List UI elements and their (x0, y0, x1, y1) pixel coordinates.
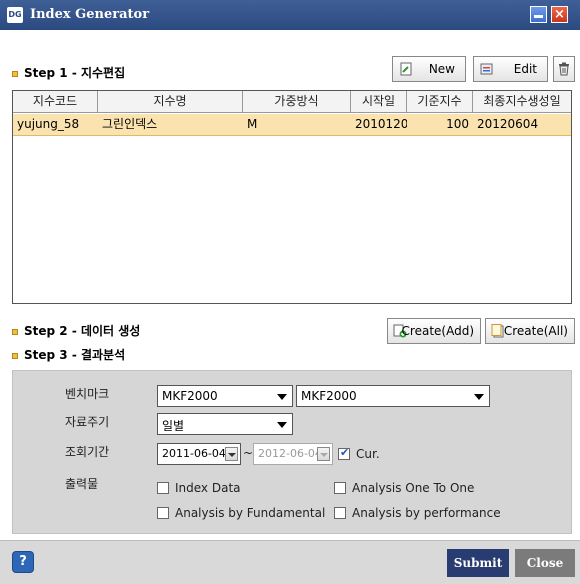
column-header-weighting[interactable]: 가중방식 (243, 91, 351, 113)
analysis-fundamental-label: Analysis by Fundamental (175, 506, 326, 520)
close-window-button[interactable]: × (551, 6, 568, 23)
new-button-label: New (428, 62, 455, 76)
create-all-button[interactable]: Create(All) (485, 318, 575, 344)
end-date-picker[interactable]: 2012-06-04 (253, 443, 333, 465)
index-data-label: Index Data (175, 481, 241, 495)
column-header-code[interactable]: 지수코드 (13, 91, 98, 113)
period-select-value: 일별 (162, 419, 185, 433)
analysis-panel: 벤치마크 MKF2000 MKF2000 자료주기 일별 조회기간 2011-0… (12, 370, 572, 534)
benchmark-select-2-value: MKF2000 (301, 389, 357, 403)
output-label: 출력물 (65, 477, 99, 491)
footer-bar: ? Submit Close (0, 540, 580, 584)
cell-name: 그린인덱스 (102, 117, 158, 131)
chevron-down-icon (277, 394, 287, 400)
create-add-label: Create(Add) (401, 324, 474, 338)
column-header-start-date[interactable]: 시작일 (351, 91, 407, 113)
create-add-button[interactable]: Create(Add) (387, 318, 481, 344)
close-button[interactable]: Close (515, 549, 575, 577)
index-data-checkbox[interactable] (157, 482, 169, 494)
step-bullet-icon (12, 70, 18, 77)
calendar-dropdown-icon[interactable] (225, 447, 238, 461)
date-separator: ~ (243, 446, 254, 460)
step-bullet-icon (12, 328, 18, 335)
trash-icon (559, 62, 569, 76)
start-date-picker[interactable]: 2011-06-04 (157, 443, 241, 465)
cell-last-generated: 20120604 (477, 117, 539, 131)
start-date-value: 2011-06-04 (162, 447, 226, 460)
calendar-dropdown-icon[interactable] (317, 447, 330, 461)
create-all-label: Create(All) (503, 324, 568, 338)
step-bullet-icon (12, 352, 18, 359)
chevron-down-icon (474, 394, 484, 400)
step2-label: Step 2 - 데이터 생성 (12, 322, 140, 339)
cur-checkbox[interactable] (338, 446, 350, 460)
column-header-name[interactable]: 지수명 (98, 91, 243, 113)
benchmark-select-1[interactable]: MKF2000 (157, 385, 293, 407)
edit-button[interactable]: Edit (473, 56, 548, 82)
submit-button[interactable]: Submit (447, 549, 509, 577)
delete-button[interactable] (553, 56, 575, 82)
benchmark-label: 벤치마크 (65, 387, 110, 401)
app-icon: DG (7, 7, 23, 23)
help-button[interactable]: ? (12, 551, 34, 573)
period-label: 자료주기 (65, 415, 110, 429)
analysis-one-to-one-checkbox[interactable] (334, 482, 346, 494)
benchmark-select-1-value: MKF2000 (162, 389, 218, 403)
step3-label: Step 3 - 결과분석 (12, 346, 125, 363)
cell-start-date: 20101201 (355, 117, 407, 131)
chevron-down-icon (277, 422, 287, 428)
window-title: Index Generator (30, 7, 150, 22)
cell-code: yujung_58 (17, 117, 80, 131)
title-bar: DG Index Generator × (0, 0, 580, 30)
analysis-fundamental-checkbox[interactable] (157, 507, 169, 519)
date-range-label: 조회기간 (65, 445, 110, 459)
analysis-performance-label: Analysis by performance (352, 506, 501, 520)
table-row[interactable]: yujung_58 그린인덱스 M 20101201 100 20120604 (13, 114, 571, 136)
column-header-base-index[interactable]: 기준지수 (407, 91, 473, 113)
period-select[interactable]: 일별 (157, 413, 293, 435)
end-date-value: 2012-06-04 (258, 447, 322, 460)
cell-weighting: M (247, 117, 258, 131)
benchmark-select-2[interactable]: MKF2000 (296, 385, 490, 407)
edit-icon (480, 63, 493, 75)
new-document-icon (400, 62, 412, 76)
index-grid: 지수코드 지수명 가중방식 시작일 기준지수 최종지수생성일 yujung_58… (12, 90, 572, 304)
step1-label: Step 1 - 지수편집 (12, 64, 125, 81)
cell-base-index: 100 (446, 117, 469, 131)
cur-label: Cur. (356, 447, 380, 461)
minimize-button[interactable] (530, 6, 547, 23)
edit-button-label: Edit (513, 62, 537, 76)
column-header-last-generated[interactable]: 최종지수생성일 (473, 91, 571, 113)
analysis-performance-checkbox[interactable] (334, 507, 346, 519)
analysis-one-to-one-label: Analysis One To One (352, 481, 475, 495)
grid-header: 지수코드 지수명 가중방식 시작일 기준지수 최종지수생성일 (13, 91, 571, 113)
new-button[interactable]: New (392, 56, 466, 82)
